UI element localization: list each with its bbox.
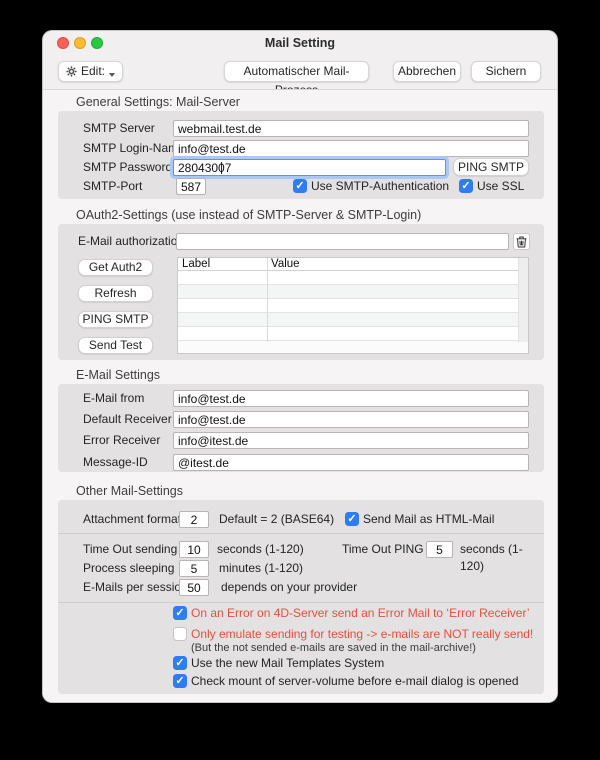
window-title: Mail Setting — [43, 36, 557, 50]
email-settings-title: E-Mail Settings — [76, 368, 160, 382]
emulate-sending-label: Only emulate sending for testing -> e-ma… — [191, 627, 533, 642]
oauth-ping-smtp-button[interactable]: PING SMTP — [78, 311, 153, 328]
refresh-button[interactable]: Refresh — [78, 285, 153, 302]
email-from-input[interactable] — [173, 390, 529, 407]
other-settings-title: Other Mail-Settings — [76, 484, 183, 498]
table-row[interactable] — [178, 299, 518, 313]
get-auth2-button[interactable]: Get Auth2 — [78, 259, 153, 276]
section-divider — [58, 533, 544, 534]
general-settings-group: SMTP Server SMTP Login-Name SMTP Passwor… — [58, 111, 544, 199]
process-sleeping-hint: minutes (1-120) — [219, 560, 303, 577]
error-receiver-input[interactable] — [173, 432, 529, 449]
html-mail-checkbox[interactable]: ✓ — [345, 512, 359, 526]
mail-setting-window: Mail Setting Edit: Automatischer Mail-Pr… — [42, 30, 558, 703]
email-from-label: E-Mail from — [83, 390, 144, 407]
timeout-ping-input[interactable] — [426, 541, 453, 558]
edit-menu-button[interactable]: Edit: — [58, 61, 123, 82]
email-authorization-label: E-Mail authorization — [78, 233, 184, 250]
mails-per-session-label: E-Mails per session — [83, 579, 188, 596]
default-receiver-input[interactable] — [173, 411, 529, 428]
smtp-password-label: SMTP Password — [83, 159, 172, 176]
use-smtp-auth-label: Use SMTP-Authentication — [311, 179, 449, 194]
cancel-button[interactable]: Abbrechen — [393, 61, 461, 82]
use-smtp-auth-checkbox[interactable]: ✓ — [293, 179, 307, 193]
message-id-input[interactable] — [173, 454, 529, 471]
text-cursor — [221, 162, 222, 174]
smtp-login-input[interactable] — [173, 140, 529, 157]
html-mail-label: Send Mail as HTML-Mail — [363, 512, 494, 527]
smtp-port-label: SMTP-Port — [83, 178, 142, 195]
table-column-divider — [267, 258, 268, 342]
oauth2-settings-title: OAuth2-Settings (use instead of SMTP-Ser… — [76, 208, 421, 222]
emulate-sending-checkbox[interactable] — [173, 627, 187, 641]
timeout-sending-hint: seconds (1-120) — [217, 541, 304, 558]
automatic-mail-process-button[interactable]: Automatischer Mail-Prozess — [224, 61, 369, 82]
general-settings-title: General Settings: Mail-Server — [76, 95, 240, 109]
edit-menu-label: Edit: — [81, 62, 105, 81]
email-settings-group: E-Mail from Default Receiver Error Recei… — [58, 384, 544, 472]
smtp-login-label: SMTP Login-Name — [83, 140, 185, 157]
table-scrollbar[interactable] — [518, 258, 528, 342]
smtp-password-input[interactable] — [173, 159, 446, 176]
process-sleeping-input[interactable] — [179, 560, 209, 577]
clear-authorization-button[interactable] — [513, 233, 530, 250]
timeout-sending-input[interactable] — [179, 541, 209, 558]
timeout-ping-hint: seconds (1-120) — [460, 541, 544, 575]
table-header-value: Value — [271, 258, 300, 271]
check-mount-checkbox[interactable]: ✓ — [173, 674, 187, 688]
oauth-token-table[interactable]: Label Value — [177, 257, 529, 354]
mail-templates-checkbox[interactable]: ✓ — [173, 656, 187, 670]
email-authorization-input[interactable] — [176, 233, 509, 250]
section-divider — [58, 602, 544, 603]
attachment-format-hint: Default = 2 (BASE64) — [219, 511, 334, 528]
table-row[interactable] — [178, 313, 518, 327]
timeout-ping-label: Time Out PING — [342, 541, 424, 558]
ping-smtp-button[interactable]: PING SMTP — [453, 158, 529, 176]
smtp-port-input[interactable] — [176, 178, 206, 195]
gear-icon — [66, 66, 77, 77]
use-ssl-label: Use SSL — [477, 179, 524, 194]
error-receiver-label: Error Receiver — [83, 432, 160, 449]
smtp-server-label: SMTP Server — [83, 120, 155, 137]
table-row[interactable] — [178, 327, 518, 341]
use-ssl-checkbox[interactable]: ✓ — [459, 179, 473, 193]
emulate-sending-note: (But the not sended e-mails are saved in… — [191, 642, 476, 654]
attachment-format-input[interactable] — [179, 511, 209, 528]
timeout-sending-label: Time Out sending — [83, 541, 177, 558]
dialog-content: General Settings: Mail-Server SMTP Serve… — [43, 90, 557, 702]
trash-icon — [516, 236, 527, 248]
mails-per-session-input[interactable] — [179, 579, 209, 596]
table-header-label: Label — [182, 258, 210, 271]
title-bar[interactable]: Mail Setting — [43, 31, 557, 55]
table-header: Label Value — [178, 258, 528, 271]
chevron-down-icon — [109, 73, 115, 77]
mails-per-session-hint: depends on your provider — [221, 579, 357, 596]
attachment-format-label: Attachment format — [83, 511, 181, 528]
default-receiver-label: Default Receiver — [83, 411, 172, 428]
smtp-server-input[interactable] — [173, 120, 529, 137]
mail-templates-label: Use the new Mail Templates System — [191, 656, 384, 671]
error-mail-checkbox[interactable]: ✓ — [173, 606, 187, 620]
save-button[interactable]: Sichern — [471, 61, 541, 82]
table-row[interactable] — [178, 271, 518, 285]
table-row[interactable] — [178, 285, 518, 299]
send-test-button[interactable]: Send Test — [78, 337, 153, 354]
process-sleeping-label: Process sleeping — [83, 560, 174, 577]
oauth2-settings-group: E-Mail authorization Get Auth2 Refresh P… — [58, 224, 544, 360]
error-mail-label: On an Error on 4D-Server send an Error M… — [191, 606, 530, 621]
other-settings-group: Attachment format Default = 2 (BASE64) ✓… — [58, 500, 544, 694]
message-id-label: Message-ID — [83, 454, 148, 471]
check-mount-label: Check mount of server-volume before e-ma… — [191, 674, 519, 689]
